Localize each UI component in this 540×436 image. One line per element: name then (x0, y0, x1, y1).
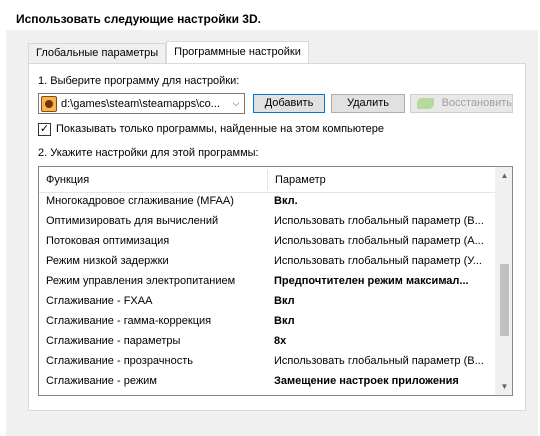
show-only-found-label: Показывать только программы, найденные н… (56, 123, 385, 135)
value-cell[interactable]: 8x (267, 335, 497, 347)
function-cell: Сглаживание - параметры (46, 335, 181, 347)
value-cell[interactable]: Вкл (267, 315, 497, 327)
tab-global-settings[interactable]: Глобальные параметры (28, 43, 167, 63)
table-row[interactable]: Сглаживание - режим Замещение настроек пр… (39, 371, 497, 391)
function-cell: Многокадровое сглаживание (MFAA) (46, 195, 234, 207)
chevron-down-icon: ⌵ (232, 98, 240, 108)
function-cell: Сглаживание - FXAA (46, 295, 153, 307)
show-only-found-checkbox[interactable]: ✓ (38, 123, 51, 136)
scroll-down-icon[interactable]: ▼ (496, 378, 512, 395)
page-title: Использовать следующие настройки 3D. (16, 12, 261, 26)
table-row[interactable]: Режим низкой задержки Использовать глобал… (39, 251, 497, 271)
restore-button[interactable]: Восстановить (410, 94, 513, 113)
table-row[interactable]: Сглаживание - FXAA Вкл (39, 291, 497, 311)
column-header-function[interactable]: Функция (39, 174, 267, 186)
table-row[interactable]: Сглаживание - прозрачность Использовать г… (39, 351, 497, 371)
function-cell: Режим управления электропитанием (46, 275, 236, 287)
table-header: Функция Параметр (39, 167, 497, 193)
table-row[interactable]: Режим управления электропитанием Предпочт… (39, 271, 497, 291)
table-rows: Многокадровое сглаживание (MFAA) Вкл. Опт… (39, 191, 497, 391)
settings-table: Функция Параметр Многокадровое сглаживан… (38, 166, 513, 396)
scrollbar-thumb[interactable] (500, 264, 509, 336)
table-row[interactable]: Оптимизировать для вычислений Использоват… (39, 211, 497, 231)
value-cell[interactable]: Использовать глобальный параметр (А... (267, 235, 497, 247)
function-cell: Сглаживание - режим (46, 375, 157, 387)
function-cell: Сглаживание - прозрачность (46, 355, 194, 367)
value-cell[interactable]: Использовать глобальный параметр (У... (267, 255, 497, 267)
program-select[interactable]: d:\games\steam\steamapps\co... ⌵ (38, 93, 245, 114)
tab-program-settings[interactable]: Программные настройки (166, 41, 309, 63)
table-row[interactable]: Сглаживание - параметры 8x (39, 331, 497, 351)
remove-button[interactable]: Удалить (331, 94, 405, 113)
column-header-parameter[interactable]: Параметр (268, 174, 496, 186)
program-select-value: d:\games\steam\steamapps\co... (61, 97, 220, 110)
nvidia-logo-icon (417, 98, 434, 109)
tab-bar: Глобальные параметры Программные настрой… (28, 41, 309, 64)
add-button[interactable]: Добавить (253, 94, 325, 113)
function-cell: Оптимизировать для вычислений (46, 215, 219, 227)
value-cell[interactable]: Вкл (267, 295, 497, 307)
scroll-up-icon[interactable]: ▲ (496, 167, 512, 184)
step1-label: 1. Выберите программу для настройки: (38, 75, 240, 87)
table-row[interactable]: Сглаживание - гамма-коррекция Вкл (39, 311, 497, 331)
restore-button-label: Восстановить (441, 97, 512, 109)
table-row[interactable]: Многокадровое сглаживание (MFAA) Вкл. (39, 191, 497, 211)
value-cell[interactable]: Использовать глобальный параметр (В... (267, 355, 497, 367)
value-cell[interactable]: Замещение настроек приложения (267, 375, 497, 387)
value-cell[interactable]: Предпочтителен режим максимал... (267, 275, 497, 287)
value-cell[interactable]: Вкл. (267, 195, 497, 207)
program-icon (41, 95, 57, 112)
value-cell[interactable]: Использовать глобальный параметр (В... (267, 215, 497, 227)
function-cell: Режим низкой задержки (46, 255, 169, 267)
function-cell: Сглаживание - гамма-коррекция (46, 315, 212, 327)
function-cell: Потоковая оптимизация (46, 235, 170, 247)
vertical-scrollbar[interactable]: ▲ ▼ (495, 167, 512, 395)
step2-label: 2. Укажите настройки для этой программы: (38, 147, 259, 159)
table-row[interactable]: Потоковая оптимизация Использовать глобал… (39, 231, 497, 251)
